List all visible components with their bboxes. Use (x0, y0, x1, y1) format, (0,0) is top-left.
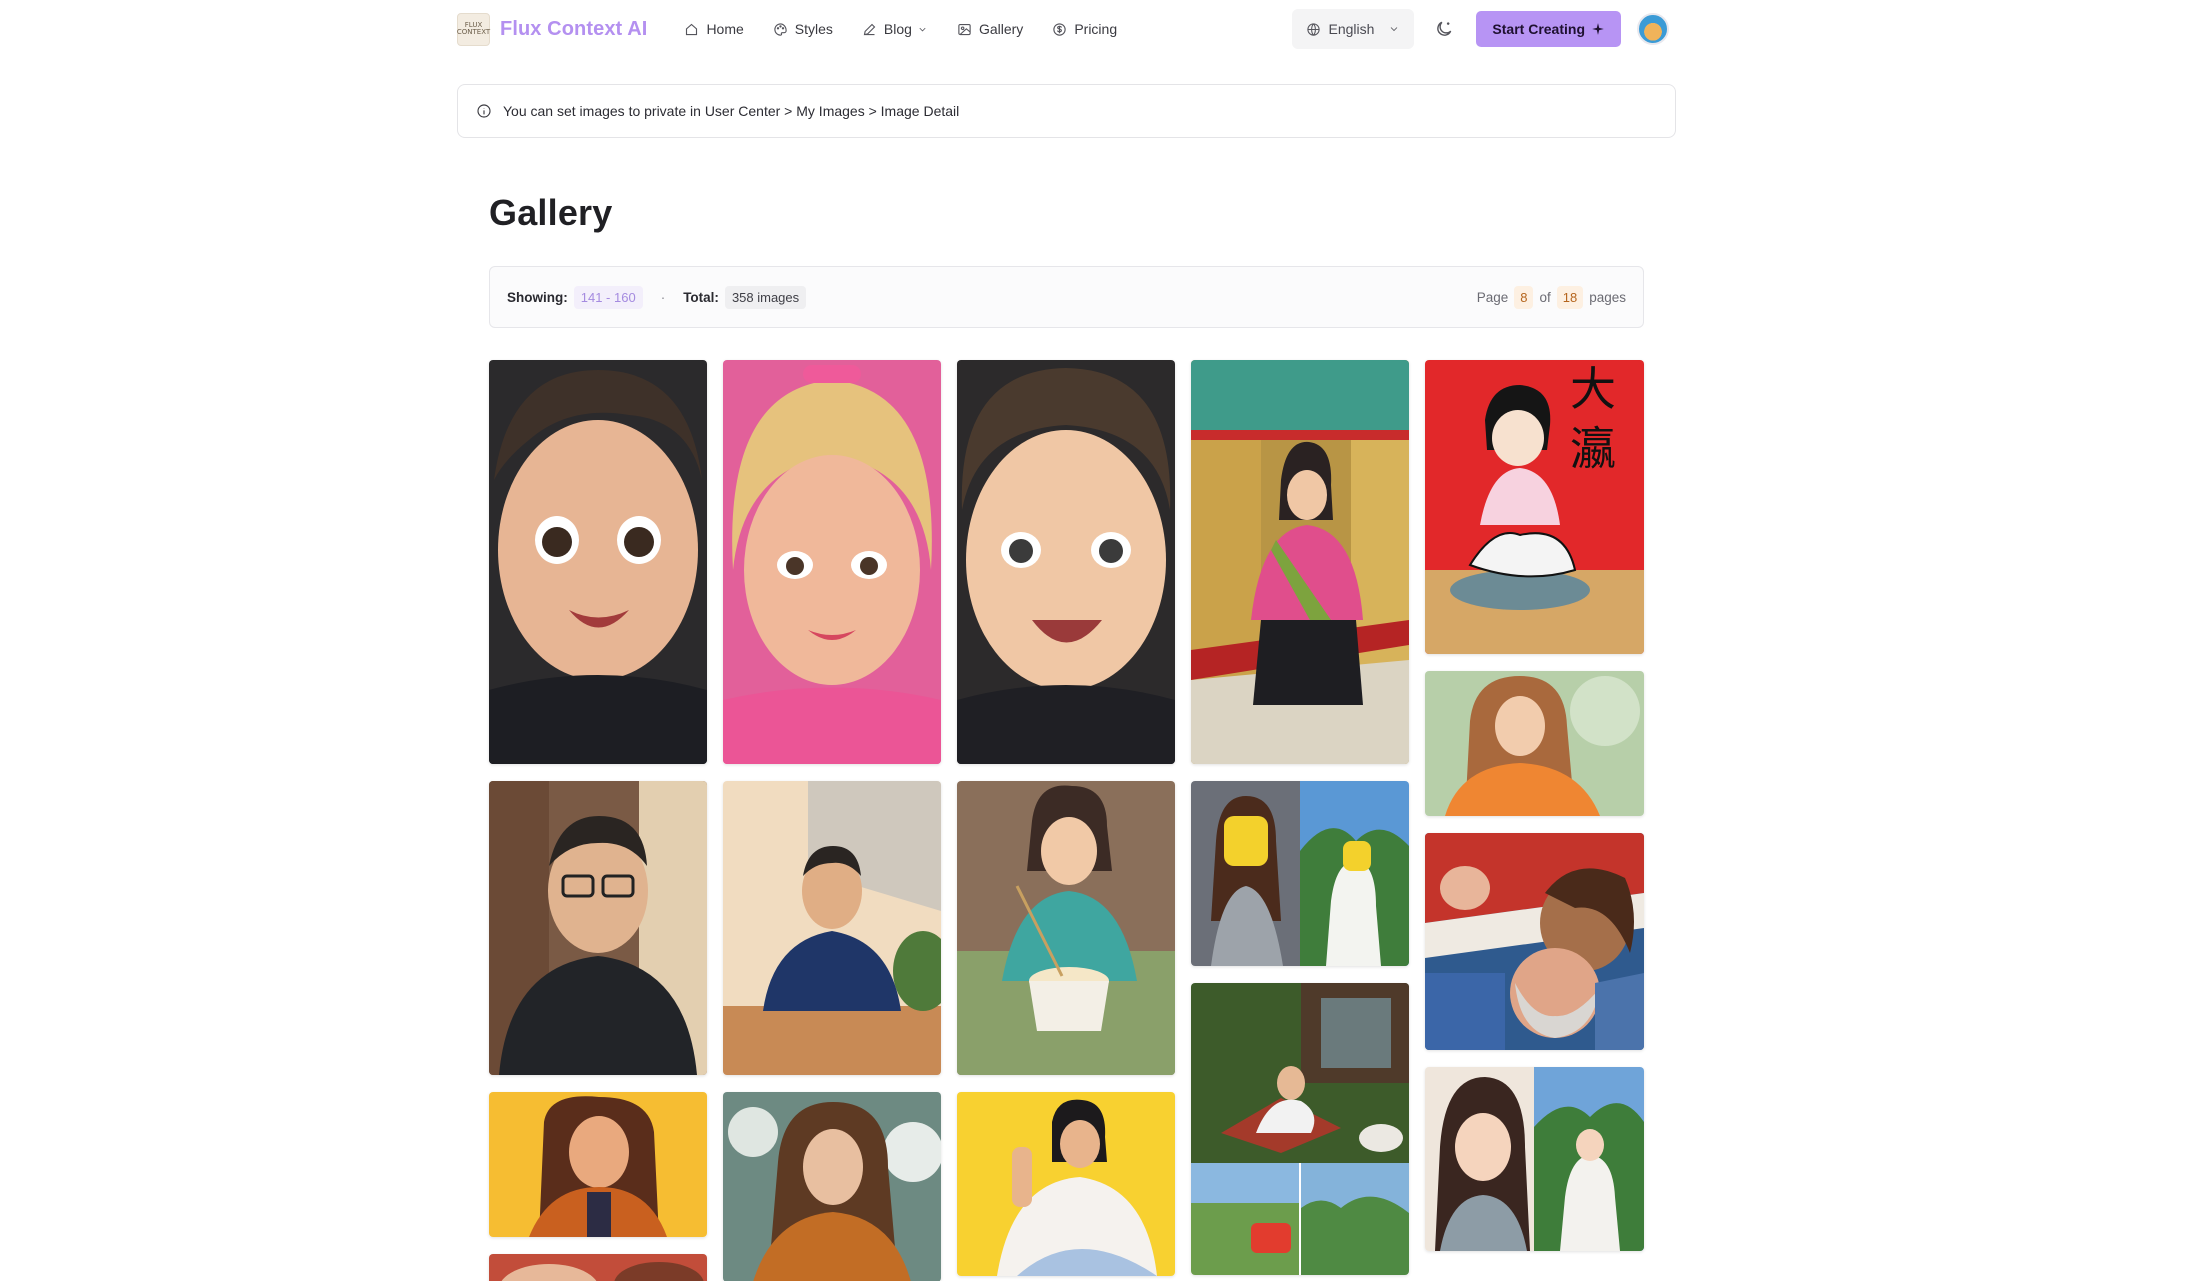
total-label: Total: (683, 289, 719, 305)
cartoon-baby-boy-illustration (489, 360, 707, 764)
showing-label: Showing: (507, 289, 568, 305)
child-ink-red-illustration: 大 瀛 (1425, 360, 1644, 654)
of-word: of (1539, 289, 1551, 305)
nav-gallery-label: Gallery (978, 21, 1024, 37)
gallery-image-cartoon-man-suit[interactable] (723, 781, 941, 1075)
gallery-image-woman-garden-collage[interactable] (1191, 983, 1409, 1275)
gallery-image-woman-temple[interactable] (1191, 360, 1409, 764)
stats-separator: · (660, 289, 666, 305)
cartoon-man-suit-illustration (723, 781, 941, 1075)
nav-pricing-label: Pricing (1074, 21, 1118, 37)
chevron-down-icon (919, 27, 926, 31)
svg-text:瀛: 瀛 (1570, 422, 1616, 476)
info-icon (477, 104, 491, 118)
image-icon (958, 23, 971, 35)
anime-woman-diptych-illustration (1425, 1067, 1644, 1251)
start-creating-button[interactable]: Start Creating (1476, 11, 1621, 47)
start-creating-label: Start Creating (1492, 21, 1585, 37)
nav-blog-label: Blog (883, 21, 912, 37)
watercolor-girl-illustration (1425, 671, 1644, 816)
nav-home[interactable]: Home (684, 14, 744, 44)
gallery-image-partial-bottom[interactable] (489, 1254, 707, 1281)
pages-word: pages (1589, 289, 1626, 305)
pen-icon (863, 23, 876, 35)
nav-right: English Start Creating (1291, 9, 1669, 49)
globe-icon (1306, 22, 1320, 36)
palette-icon (774, 22, 787, 36)
language-select[interactable]: English (1291, 9, 1415, 49)
avatar[interactable] (1637, 13, 1669, 45)
nav-styles[interactable]: Styles (773, 14, 833, 44)
gallery-image-curly-girl-orange[interactable] (723, 1092, 941, 1281)
total-count: 358 images (724, 285, 807, 309)
brand-name: Flux Context AI (500, 17, 648, 40)
nav-styles-label: Styles (794, 21, 833, 37)
nav-links: Home Styles Blog Gallery Pricing (684, 14, 1146, 44)
gallery-image-child-ink-red[interactable]: 大 瀛 (1425, 360, 1644, 654)
gallery-image-anime-girl-noodles[interactable] (957, 781, 1175, 1075)
sparkle-icon (1592, 23, 1604, 35)
nav-blog[interactable]: Blog (862, 14, 928, 44)
moon-icon (1437, 21, 1452, 36)
lego-woman-field-illustration (1191, 781, 1409, 966)
chevron-down-icon (1391, 27, 1398, 32)
info-notice: You can set images to private in User Ce… (457, 84, 1676, 138)
anime-girl-noodles-illustration (957, 781, 1175, 1075)
pixel-curly-girl-illustration (489, 1092, 707, 1237)
brand-logo-text: FLUX CONTEXT (456, 21, 491, 36)
gallery-image-cartoon-blonde-girl[interactable] (723, 360, 941, 764)
gallery-image-pixel-curly-girl[interactable] (489, 1092, 707, 1237)
family-selfie-illustration (1425, 833, 1644, 1050)
gallery-image-cartoon-baby-boy[interactable] (489, 360, 707, 764)
showing-range: 141 - 160 (573, 285, 643, 309)
gallery-image-watercolor-girl[interactable] (1425, 671, 1644, 816)
page-title: Gallery (489, 192, 613, 233)
cartoon-blonde-girl-illustration (723, 360, 941, 764)
page-word: Page (1476, 289, 1509, 305)
gallery-image-family-selfie[interactable] (1425, 833, 1644, 1050)
gallery-image-cartoon-boy-smiling[interactable] (957, 360, 1175, 764)
nav-gallery[interactable]: Gallery (957, 14, 1023, 44)
navbar: FLUX CONTEXT Flux Context AI Home Styles… (457, 6, 1669, 52)
cartoon-man-glasses-illustration (489, 781, 707, 1075)
partial-bottom-illustration (489, 1254, 707, 1281)
brand[interactable]: FLUX CONTEXT Flux Context AI (456, 12, 648, 46)
gallery-image-cartoon-man-glasses[interactable] (489, 781, 707, 1075)
gallery-image-pixel-woman-yellow[interactable] (957, 1092, 1175, 1276)
woman-garden-collage-illustration (1191, 983, 1409, 1275)
stats-bar: Showing: 141 - 160 · Total: 358 images P… (489, 266, 1644, 328)
brand-logo: FLUX CONTEXT (456, 12, 491, 46)
curly-girl-orange-illustration (723, 1092, 941, 1281)
dollar-circle-icon (1053, 22, 1066, 36)
home-icon (686, 23, 698, 35)
gallery-image-lego-woman-field[interactable] (1191, 781, 1409, 966)
notice-text: You can set images to private in User Ce… (503, 103, 960, 119)
nav-home-label: Home (706, 21, 744, 37)
cartoon-boy-smiling-illustration (957, 360, 1175, 764)
svg-text:大: 大 (1570, 362, 1616, 416)
nav-pricing[interactable]: Pricing (1052, 14, 1117, 44)
woman-temple-illustration (1191, 360, 1409, 764)
language-label: English (1328, 21, 1375, 37)
theme-toggle[interactable] (1426, 11, 1462, 47)
total-pages-badge: 18 (1556, 285, 1584, 309)
pagination-info: Page 8 of 18 pages (1476, 285, 1626, 309)
current-page-badge: 8 (1514, 285, 1534, 309)
gallery-image-anime-woman-diptych[interactable] (1425, 1067, 1644, 1251)
pixel-woman-yellow-illustration (957, 1092, 1175, 1276)
